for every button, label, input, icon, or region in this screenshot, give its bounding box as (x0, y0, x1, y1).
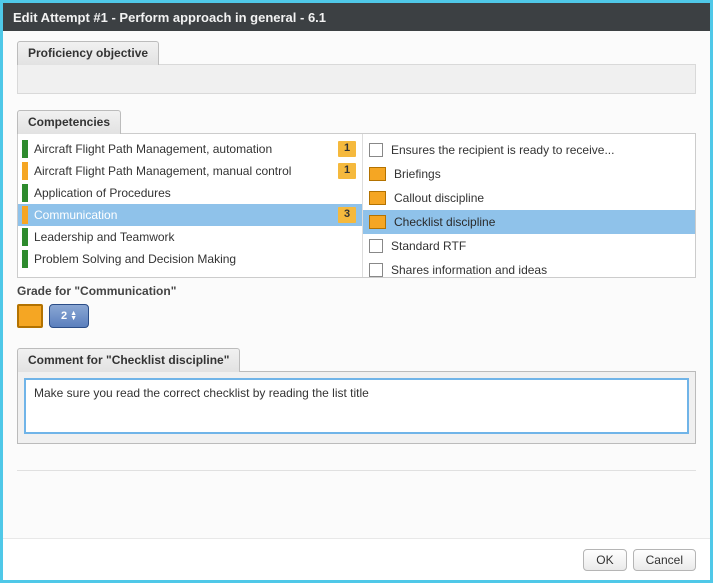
marker-row[interactable]: Ensures the recipient is ready to receiv… (363, 138, 695, 162)
grade-block: Grade for "Communication" 2 ▲▼ (17, 278, 696, 342)
competency-stripe (22, 250, 28, 268)
competency-stripe (22, 162, 28, 180)
competency-badge: 1 (338, 141, 356, 157)
competency-row[interactable]: Communication 3 (18, 204, 362, 226)
proficiency-section-label: Proficiency objective (17, 41, 159, 65)
competency-name: Leadership and Teamwork (34, 230, 356, 245)
dialog-footer: OK Cancel (3, 538, 710, 580)
stepper-arrows-icon: ▲▼ (70, 311, 77, 321)
marker-label: Shares information and ideas (391, 263, 547, 277)
competency-name: Application of Procedures (34, 186, 356, 201)
competency-list[interactable]: Aircraft Flight Path Management, automat… (18, 134, 363, 277)
competency-name: Aircraft Flight Path Management, manual … (34, 164, 334, 179)
competencies-panel: Aircraft Flight Path Management, automat… (17, 133, 696, 278)
marker-label: Checklist discipline (394, 215, 495, 229)
marker-row[interactable]: Briefings (363, 162, 695, 186)
marker-checkbox[interactable] (369, 239, 383, 253)
marker-row[interactable]: Checklist discipline (363, 210, 695, 234)
marker-row[interactable]: Callout discipline (363, 186, 695, 210)
marker-color-icon[interactable] (369, 191, 386, 205)
competency-row[interactable]: Aircraft Flight Path Management, automat… (18, 138, 362, 160)
marker-list[interactable]: Ensures the recipient is ready to receiv… (363, 134, 695, 277)
marker-label: Standard RTF (391, 239, 466, 253)
competency-name: Problem Solving and Decision Making (34, 252, 356, 267)
marker-label: Callout discipline (394, 191, 484, 205)
grade-value: 2 (61, 310, 67, 322)
grade-color-swatch (17, 304, 43, 328)
competency-badge: 1 (338, 163, 356, 179)
proficiency-section-body (17, 64, 696, 94)
competency-stripe (22, 140, 28, 158)
competencies-section-label: Competencies (17, 110, 121, 134)
comment-box (17, 371, 696, 444)
marker-checkbox[interactable] (369, 143, 383, 157)
competency-row[interactable]: Leadership and Teamwork (18, 226, 362, 248)
marker-color-icon[interactable] (369, 215, 386, 229)
cancel-button[interactable]: Cancel (633, 549, 696, 571)
comment-textarea[interactable] (24, 378, 689, 434)
marker-checkbox[interactable] (369, 263, 383, 277)
competency-row[interactable]: Aircraft Flight Path Management, manual … (18, 160, 362, 182)
grade-label: Grade for "Communication" (17, 284, 696, 298)
marker-label: Ensures the recipient is ready to receiv… (391, 143, 614, 157)
marker-color-icon[interactable] (369, 167, 386, 181)
dialog-content: Proficiency objective Competencies Aircr… (3, 31, 710, 471)
competency-stripe (22, 184, 28, 202)
ok-button[interactable]: OK (583, 549, 626, 571)
grade-select[interactable]: 2 ▲▼ (49, 304, 89, 328)
marker-row[interactable]: Standard RTF (363, 234, 695, 258)
competency-row[interactable]: Application of Procedures (18, 182, 362, 204)
marker-row[interactable]: Shares information and ideas (363, 258, 695, 277)
divider (17, 470, 696, 471)
dialog-title-text: Edit Attempt #1 - Perform approach in ge… (13, 10, 326, 25)
grade-row: 2 ▲▼ (17, 304, 696, 328)
competency-stripe (22, 206, 28, 224)
marker-label: Briefings (394, 167, 441, 181)
dialog-window: Edit Attempt #1 - Perform approach in ge… (0, 0, 713, 583)
competency-name: Communication (34, 208, 334, 223)
competency-name: Aircraft Flight Path Management, automat… (34, 142, 334, 157)
competency-badge: 3 (338, 207, 356, 223)
comment-section-label: Comment for "Checklist discipline" (17, 348, 240, 372)
competency-row[interactable]: Problem Solving and Decision Making (18, 248, 362, 270)
dialog-title: Edit Attempt #1 - Perform approach in ge… (3, 3, 710, 31)
competency-stripe (22, 228, 28, 246)
